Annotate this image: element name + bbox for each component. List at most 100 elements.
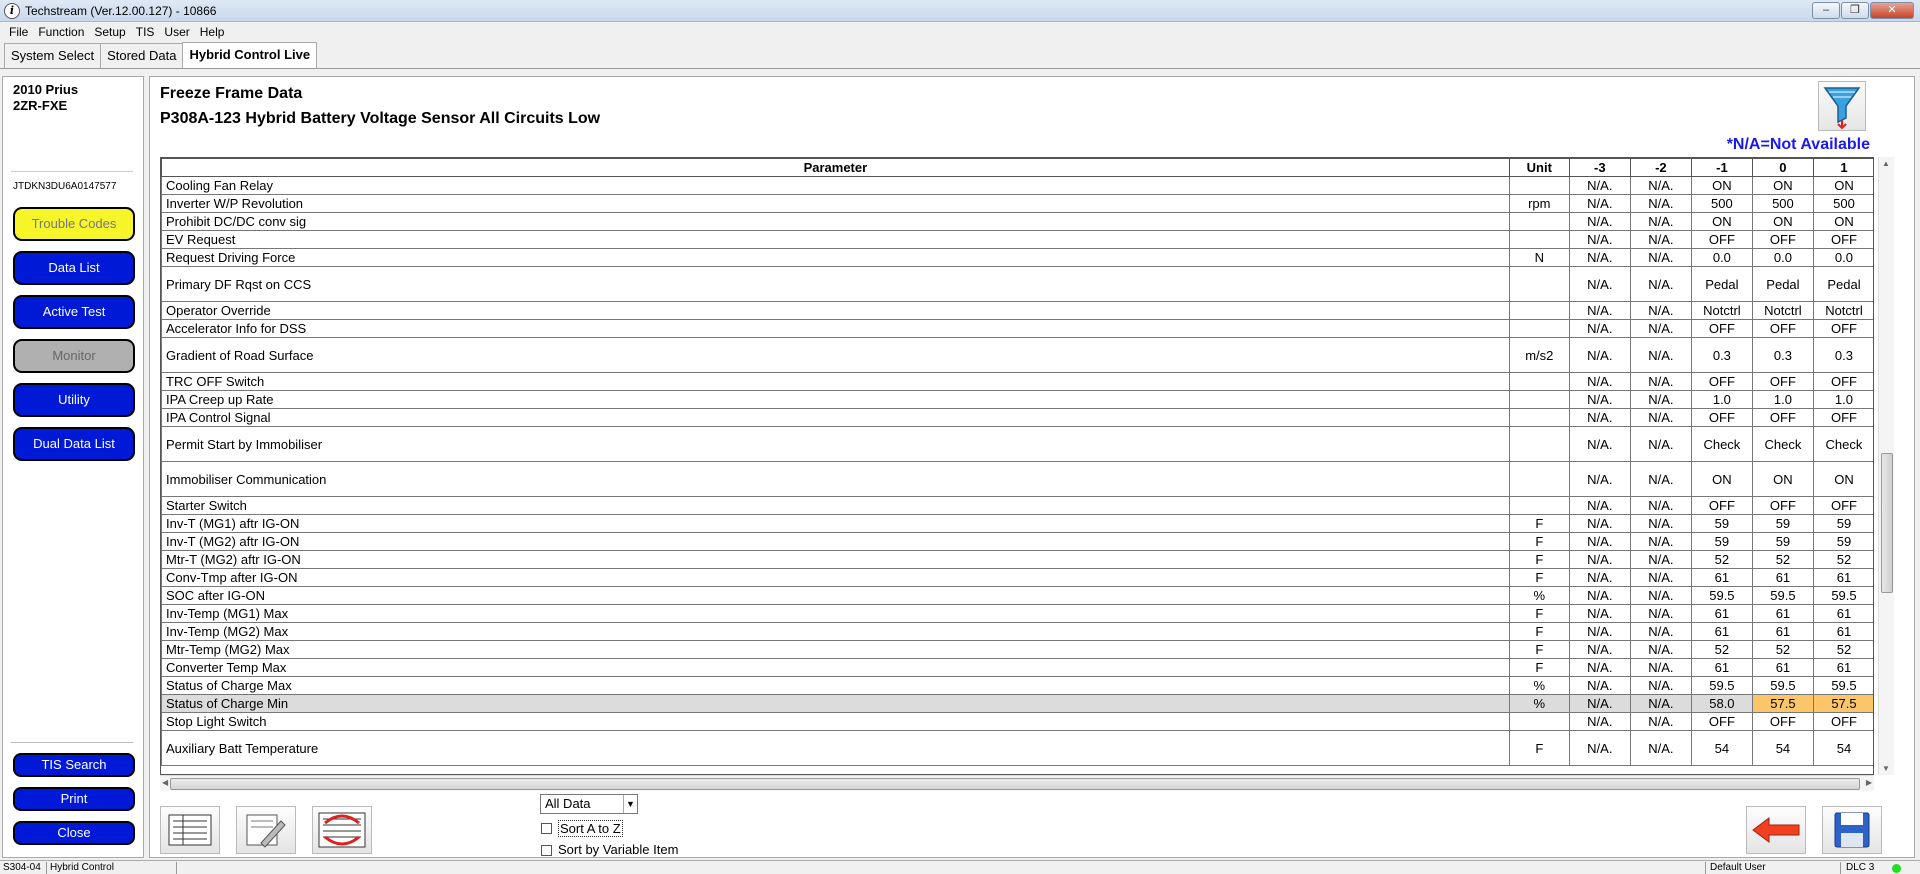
menu-file[interactable]: File [4,25,33,39]
value-cell: N/A. [1629,230,1692,249]
tab-system-select[interactable]: System Select [4,43,102,68]
save-button[interactable] [1822,806,1882,854]
vertical-scrollbar[interactable]: ▲ ▼ [1878,157,1894,775]
monitor-button[interactable]: Monitor [13,339,135,373]
status-bar: S304-04 Hybrid Control Default User DLC … [0,860,1920,874]
freeze-frame-table: Parameter Unit -3 -2 -1 0 1 Cooling Fan … [160,157,1874,775]
scroll-left-icon[interactable]: ◀ [162,778,168,787]
header-frame-1[interactable]: 1 [1812,158,1873,177]
unit-cell: % [1508,694,1570,713]
table-row[interactable]: Mtr-T (MG2) aftr IG-ON F N/A. N/A. 52 52 52 [161,550,1873,569]
value-cell: 61 [1690,604,1753,623]
data-list-button[interactable]: Data List [13,251,135,285]
utility-button[interactable]: Utility [13,383,135,417]
table-row[interactable]: Inv-Temp (MG2) Max F N/A. N/A. 61 61 61 [161,622,1873,641]
table-row[interactable]: Status of Charge Max% N/A. N/A. 59.5 59.5 59.… [161,676,1873,695]
parameter-cell: Inv-T (MG1) aftr IG-ON [161,514,1510,533]
minimize-icon[interactable]: – [1812,2,1840,19]
value-cell: N/A. [1629,586,1692,605]
scroll-down-icon[interactable]: ▼ [1882,764,1890,773]
trouble-codes-button[interactable]: Trouble Codes [13,207,135,241]
value-cell: N/A. [1568,248,1631,267]
table-row[interactable]: Prohibit DC/DC conv sig N/A. N/A. ON ON ON [161,212,1873,231]
sort-variable-label[interactable]: Sort by Variable Item [558,842,678,857]
status-code: S304-04 [3,862,41,873]
filter-funnel-icon[interactable] [1818,81,1866,131]
menu-function[interactable]: Function [33,25,89,39]
value-cell: 59 [1751,532,1814,551]
value-cell: 61 [1751,604,1814,623]
header-frame-minus1[interactable]: -1 [1690,158,1753,177]
value-cell: OFF [1751,496,1814,515]
sort-a-to-z-label[interactable]: Sort A to Z [558,820,623,837]
table-row[interactable]: SOC after IG-ON% N/A. N/A. 59.5 59.5 59.5 [161,586,1873,605]
value-cell: ON [1812,461,1873,497]
unit-cell: F [1508,532,1570,551]
active-test-button[interactable]: Active Test [13,295,135,329]
value-cell: 59.5 [1690,586,1753,605]
menu-tis[interactable]: TIS [131,25,160,39]
tab-hybrid-control-live[interactable]: Hybrid Control Live [182,42,318,68]
header-parameter[interactable]: Parameter [161,158,1510,177]
menu-user[interactable]: User [159,25,194,39]
close-button[interactable]: Close [13,821,135,845]
close-window-icon[interactable]: ✕ [1870,2,1914,19]
table-row[interactable]: Mtr-Temp (MG2) Max F N/A. N/A. 52 52 52 [161,640,1873,659]
menu-help[interactable]: Help [195,25,230,39]
table-row[interactable]: IPA Control Signal N/A. N/A. OFF OFF OFF [161,408,1873,427]
value-cell: N/A. [1629,248,1692,267]
table-row[interactable]: EV Request N/A. N/A. OFF OFF OFF [161,230,1873,249]
header-frame-minus3[interactable]: -3 [1568,158,1631,177]
table-row[interactable]: Permit Start by Immobiliser N/A. N/A. Check… [161,426,1873,462]
header-unit[interactable]: Unit [1508,158,1570,177]
list-view-button[interactable] [160,806,220,854]
restore-icon[interactable]: ❐ [1841,2,1869,19]
table-row[interactable]: Inv-Temp (MG1) Max F N/A. N/A. 61 61 61 [161,604,1873,623]
swap-columns-button[interactable] [312,806,372,854]
table-row[interactable]: Accelerator Info for DSS N/A. N/A. OFF OFF OF… [161,319,1873,338]
scroll-right-icon[interactable]: ▶ [1866,778,1872,787]
edit-list-button[interactable] [236,806,296,854]
swap-icon [318,812,366,848]
value-cell: N/A. [1568,658,1631,677]
table-row[interactable]: Immobiliser Communication N/A. N/A. ON ON ON [161,461,1873,497]
table-row[interactable]: Inverter W/P Revolution rpm N/A. N/A. 500 500… [161,194,1873,213]
table-row[interactable]: Conv-Tmp after IG-ON F N/A. N/A. 61 61 61 [161,568,1873,587]
table-row[interactable]: Stop Light Switch N/A. N/A. OFF OFF OFF [161,712,1873,731]
table-row[interactable]: TRC OFF Switch N/A. N/A. OFF OFF OFF [161,372,1873,391]
sort-a-to-z-checkbox[interactable] [541,823,552,834]
back-button[interactable] [1746,806,1806,854]
header-frame-minus2[interactable]: -2 [1629,158,1692,177]
table-row[interactable]: Inv-T (MG2) aftr IG-ON F N/A. N/A. 59 59 59 [161,532,1873,551]
header-frame-0[interactable]: 0 [1751,158,1814,177]
horizontal-scroll-thumb[interactable] [170,778,1860,790]
table-row[interactable]: Primary DF Rqst on CCS N/A. N/A. Pedal Pedal… [161,266,1873,302]
print-button[interactable]: Print [13,787,135,811]
table-row[interactable]: Gradient of Road Surface m/s2 N/A. N/A. 0.3 0… [161,337,1873,373]
value-cell: 54 [1812,730,1873,766]
scroll-up-icon[interactable]: ▲ [1882,159,1890,168]
vertical-scroll-thumb[interactable] [1881,453,1893,593]
table-row[interactable]: Request Driving Force N N/A. N/A. 0.0 0.0 0.0 [161,248,1873,267]
tis-search-button[interactable]: TIS Search [13,753,135,777]
value-cell: 58.0 [1690,694,1753,713]
table-row[interactable]: Starter Switch N/A. N/A. OFF OFF OFF [161,496,1873,515]
menu-setup[interactable]: Setup [89,25,130,39]
table-row[interactable]: Operator Override N/A. N/A. Notctrl Notctrl N… [161,301,1873,320]
table-row[interactable]: Status of Charge Min% N/A. N/A. 58.0 57.5 57.… [161,694,1873,713]
table-row[interactable]: Inv-T (MG1) aftr IG-ON F N/A. N/A. 59 59 59 [161,514,1873,533]
table-row[interactable]: IPA Creep up Rate N/A. N/A. 1.0 1.0 1.0 [161,390,1873,409]
table-row[interactable]: Cooling Fan Relay N/A. N/A. ON ON ON [161,176,1873,195]
divider [176,862,177,874]
dual-data-list-button[interactable]: Dual Data List [13,427,135,461]
save-icon [1834,812,1870,848]
chevron-down-icon[interactable]: ▼ [623,795,637,813]
value-cell: N/A. [1629,337,1692,373]
table-row[interactable]: Converter Temp Max F N/A. N/A. 61 61 61 [161,658,1873,677]
data-filter-select[interactable]: All Data ▼ [540,794,638,814]
table-row[interactable]: Auxiliary Batt Temperature F N/A. N/A. 54 54 5… [161,730,1873,766]
horizontal-scrollbar[interactable]: ◀ ▶ [160,775,1874,791]
sort-variable-checkbox[interactable] [541,845,552,856]
value-cell: 1.0 [1812,390,1873,409]
tab-stored-data[interactable]: Stored Data [100,43,184,68]
